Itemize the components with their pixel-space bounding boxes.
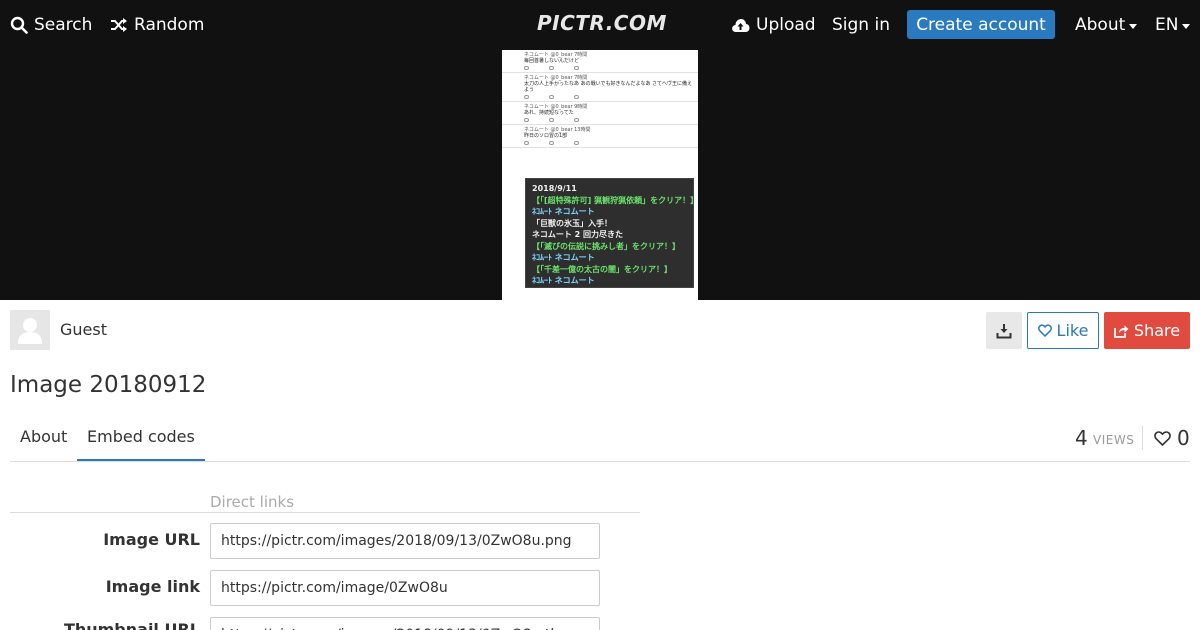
tweet-item: ネコムート @0_bear 9時間 あれ、持続短なってた — [502, 102, 698, 125]
tweet-text: 太刀の人上手かったなあ あの戦いでも好きなんだよなあ さてヘヴ王に備えよう — [524, 81, 693, 93]
download-icon — [996, 323, 1012, 338]
likes-stat: 0 — [1154, 426, 1190, 450]
section-title: Direct links — [210, 493, 295, 511]
search-label: Search — [34, 15, 93, 35]
author-name[interactable]: Guest — [60, 320, 107, 339]
game-screenshot: 2018/9/11 【「[超特殊許可] 猟観狩猟依頼」をクリア！】 ﾈｺﾑｰﾄ ネコ… — [525, 178, 698, 288]
avatar[interactable] — [10, 310, 50, 350]
share-icon — [1114, 325, 1129, 338]
random-icon — [111, 18, 127, 32]
about-menu[interactable]: About — [1075, 0, 1138, 50]
tweet-item: ネコムート @0_bear 7時間 太刀の人上手かったなあ あの戦いでも好きなんだ… — [502, 73, 698, 102]
stats-divider — [1142, 426, 1143, 450]
tweet-actions — [524, 139, 694, 145]
views-label: VIEWS — [1093, 433, 1135, 447]
like-button[interactable]: Like — [1027, 312, 1099, 349]
random-label: Random — [134, 15, 205, 35]
like-label: Like — [1056, 321, 1089, 340]
game-log-line: 【「千差一億の太古の闇」をクリア！】 — [532, 264, 672, 274]
views-count: 4 — [1075, 426, 1088, 450]
game-log-line: ネコムート 2 回力尽きた — [532, 230, 623, 239]
game-log-line: 【「滅びの伝説に挑みし者」をクリア！】 — [532, 241, 680, 251]
game-log-line: 2018/9/11 — [532, 184, 577, 193]
image-link-label: Image link — [105, 577, 200, 596]
tweet-item: ネコムート @0_bear 7時間 毎回首暑しないんだけど — [502, 50, 698, 73]
game-log-line: 【「[超特殊許可] 猟観狩猟依頼」をクリア！】 — [532, 195, 698, 205]
active-tab-indicator — [77, 459, 205, 461]
heart-icon — [1037, 324, 1052, 337]
game-log-line: ﾈｺﾑｰﾄ ネコムート — [532, 253, 595, 262]
sign-in-link[interactable]: Sign in — [832, 0, 890, 50]
tabs-divider — [10, 461, 1190, 462]
upload-link[interactable]: Upload — [731, 0, 816, 50]
site-logo[interactable]: PICTR.COM — [537, 11, 667, 35]
cloud-upload-icon — [732, 18, 750, 32]
top-bar: Search Random PICTR.COM Upload Sign in C… — [0, 0, 1200, 50]
about-menu-label: About — [1075, 15, 1126, 35]
upload-label: Upload — [756, 15, 816, 35]
random-link[interactable]: Random — [110, 0, 204, 50]
image-link-field[interactable] — [210, 570, 600, 606]
tweet-list: ネコムート @0_bear 7時間 毎回首暑しないんだけど ネコムート @0_bea… — [502, 50, 698, 148]
caret-down-icon — [1182, 23, 1191, 29]
tab-about[interactable]: About — [20, 427, 67, 446]
image-viewer: ネコムート @0_bear 7時間 毎回首暑しないんだけど ネコムート @0_bea… — [0, 50, 1200, 300]
likes-count: 0 — [1177, 426, 1190, 450]
image-url-field[interactable] — [210, 523, 600, 559]
game-log-line: 「巨獣の氷玉」入手！ — [532, 218, 612, 228]
language-menu[interactable]: EN — [1155, 0, 1191, 50]
share-label: Share — [1133, 321, 1181, 340]
image-url-label: Image URL — [103, 530, 200, 549]
section-divider — [10, 512, 640, 513]
tweet-actions — [524, 116, 694, 122]
search-icon — [10, 16, 28, 34]
language-label: EN — [1155, 15, 1179, 35]
tweet-actions — [524, 64, 694, 70]
thumbnail-url-label: Thumbnail URL — [63, 620, 200, 630]
tweet-item: ネコムート @0_bear 13時間 昨日のソロ冒の1部 — [502, 125, 698, 148]
tab-embed-codes[interactable]: Embed codes — [87, 427, 195, 446]
share-button[interactable]: Share — [1104, 312, 1190, 349]
create-account-button[interactable]: Create account — [907, 10, 1055, 39]
game-log-line: ﾈｺﾑｰﾄ ネコムート — [532, 276, 595, 285]
page-title: Image 20180912 — [10, 372, 207, 398]
image-preview[interactable]: ネコムート @0_bear 7時間 毎回首暑しないんだけど ネコムート @0_bea… — [502, 50, 698, 300]
tweet-actions — [524, 93, 694, 99]
thumbnail-url-field[interactable] — [210, 617, 600, 630]
user-icon — [18, 318, 42, 344]
game-log-line: ﾈｺﾑｰﾄ ネコムート — [532, 207, 595, 216]
heart-icon — [1154, 430, 1171, 446]
caret-down-icon — [1129, 23, 1138, 29]
download-button[interactable] — [986, 312, 1022, 349]
search-link[interactable]: Search — [10, 0, 92, 50]
